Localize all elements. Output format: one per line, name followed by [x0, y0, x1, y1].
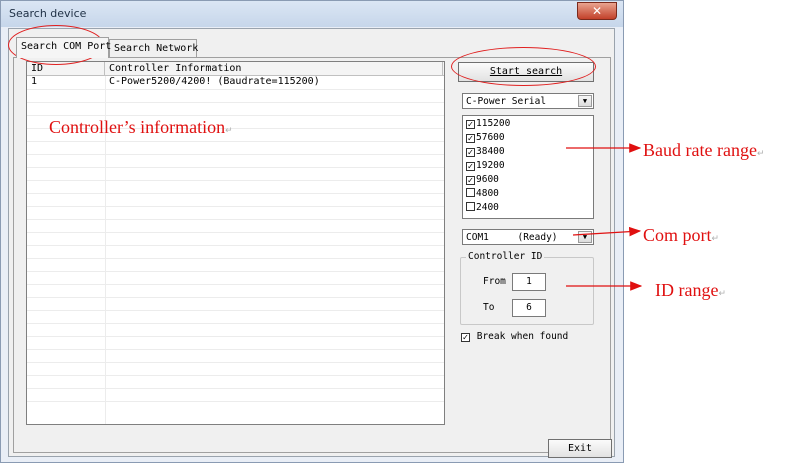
row-info-cell: C-Power5200/4200! (Baudrate=115200): [109, 76, 320, 87]
close-button[interactable]: ✕: [577, 2, 617, 20]
baud-rate-label: 115200: [476, 118, 511, 129]
return-mark: ↵: [225, 125, 233, 135]
annotation-text: Controller’s information: [49, 117, 226, 137]
exit-label: Exit: [567, 443, 593, 454]
baud-rate-label: 4800: [476, 188, 499, 199]
checkbox-checked[interactable]: ✓: [466, 120, 475, 129]
checkbox-unchecked[interactable]: [466, 202, 475, 211]
baud-rate-option-38400[interactable]: ✓ 38400: [466, 146, 505, 160]
row-gridline: [27, 115, 444, 116]
table-row[interactable]: 1 C-Power5200/4200! (Baudrate=115200): [27, 76, 444, 89]
return-mark: ↵: [756, 148, 765, 158]
row-gridline: [27, 271, 444, 272]
checkbox-checked[interactable]: ✓: [461, 333, 470, 342]
checkbox-checked[interactable]: ✓: [466, 134, 475, 143]
row-gridline: [27, 180, 444, 181]
tab-label: Search COM Port: [21, 41, 112, 52]
row-id-cell: 1: [31, 76, 38, 87]
baud-rate-label: 19200: [476, 160, 505, 171]
break-when-found-label: Break when found: [476, 331, 569, 342]
list-header: ID Controller Information: [27, 62, 444, 76]
row-gridline: [27, 362, 444, 363]
return-mark: ↵: [711, 233, 720, 243]
window-title: Search device: [9, 7, 87, 20]
baud-rate-list[interactable]: ✓ 115200 ✓ 57600 ✓ 38400 ✓ 19200 ✓ 9600 4800 …: [462, 115, 594, 219]
row-gridline: [27, 375, 444, 376]
row-gridline: [27, 284, 444, 285]
row-gridline: [27, 219, 444, 220]
row-gridline: [27, 154, 444, 155]
row-gridline: [27, 349, 444, 350]
to-id-field[interactable]: 6: [512, 299, 546, 317]
row-gridline: [27, 323, 444, 324]
return-mark: ↵: [718, 288, 727, 298]
protocol-select-value: C-Power Serial: [466, 96, 547, 107]
checkbox-checked[interactable]: ✓: [466, 148, 475, 157]
protocol-select[interactable]: C-Power Serial ▼: [462, 93, 594, 109]
row-gridline: [27, 245, 444, 246]
tab-label: Search Network: [114, 43, 199, 54]
checkbox-checked[interactable]: ✓: [466, 176, 475, 185]
row-gridline: [27, 310, 444, 311]
to-label: To: [483, 302, 495, 313]
baud-rate-option-2400[interactable]: 2400: [466, 202, 499, 216]
baud-rate-option-4800[interactable]: 4800: [466, 188, 499, 202]
baud-rate-option-19200[interactable]: ✓ 19200: [466, 160, 505, 174]
tab-search-com-port[interactable]: Search COM Port: [16, 37, 112, 58]
row-gridline: [27, 401, 444, 402]
com-port-select[interactable]: COM1 (Ready) ▼: [462, 229, 594, 245]
checkbox-checked[interactable]: ✓: [466, 162, 475, 171]
break-when-found-option[interactable]: ✓ Break when found: [461, 331, 568, 342]
row-gridline: [27, 388, 444, 389]
baud-rate-option-57600[interactable]: ✓ 57600: [466, 132, 505, 146]
row-gridline: [27, 193, 444, 194]
annotation-id-range: ID range↵: [655, 280, 726, 301]
row-gridline: [27, 206, 444, 207]
row-gridline: [27, 102, 444, 103]
row-gridline: [27, 336, 444, 337]
baud-rate-label: 57600: [476, 132, 505, 143]
row-gridline: [27, 258, 444, 259]
column-header-controller-information[interactable]: Controller Information: [105, 62, 443, 76]
close-icon: ✕: [591, 4, 603, 18]
annotation-text: Baud rate range: [643, 140, 757, 160]
row-gridline: [27, 89, 444, 90]
row-gridline: [27, 167, 444, 168]
tab-search-network[interactable]: Search Network: [109, 39, 199, 59]
row-gridline: [27, 297, 444, 298]
exit-button[interactable]: Exit: [548, 439, 612, 458]
annotation-baud-rate-range: Baud rate range↵: [643, 140, 765, 161]
dialog-client-area: Search COM Port Search Network ID Contro…: [8, 28, 615, 458]
baud-rate-label: 38400: [476, 146, 505, 157]
chevron-down-icon[interactable]: ▼: [578, 231, 592, 243]
row-gridline: [27, 232, 444, 233]
from-label: From: [483, 276, 506, 287]
com-port-select-value: COM1 (Ready): [466, 232, 558, 243]
baud-rate-option-9600[interactable]: ✓ 9600: [466, 174, 499, 188]
annotation-text: ID range: [655, 280, 719, 300]
baud-rate-label: 9600: [476, 174, 499, 185]
annotation-controller-info: Controller’s information↵: [49, 117, 233, 138]
row-gridline: [27, 141, 444, 142]
baud-rate-label: 2400: [476, 202, 499, 213]
title-bar[interactable]: Search device ✕: [1, 1, 623, 27]
checkbox-unchecked[interactable]: [466, 188, 475, 197]
controller-list[interactable]: ID Controller Information 1 C-Power5200/…: [26, 61, 445, 425]
baud-rate-option-115200[interactable]: ✓ 115200: [466, 118, 510, 132]
annotation-text: Com port: [643, 225, 712, 245]
chevron-down-icon[interactable]: ▼: [578, 95, 592, 107]
annotation-com-port: Com port↵: [643, 225, 719, 246]
from-id-field[interactable]: 1: [512, 273, 546, 291]
controller-id-group-title: Controller ID: [466, 251, 545, 262]
controller-id-group: Controller ID From 1 To 6: [460, 251, 594, 325]
highlight-oval-start-search: [451, 47, 596, 86]
